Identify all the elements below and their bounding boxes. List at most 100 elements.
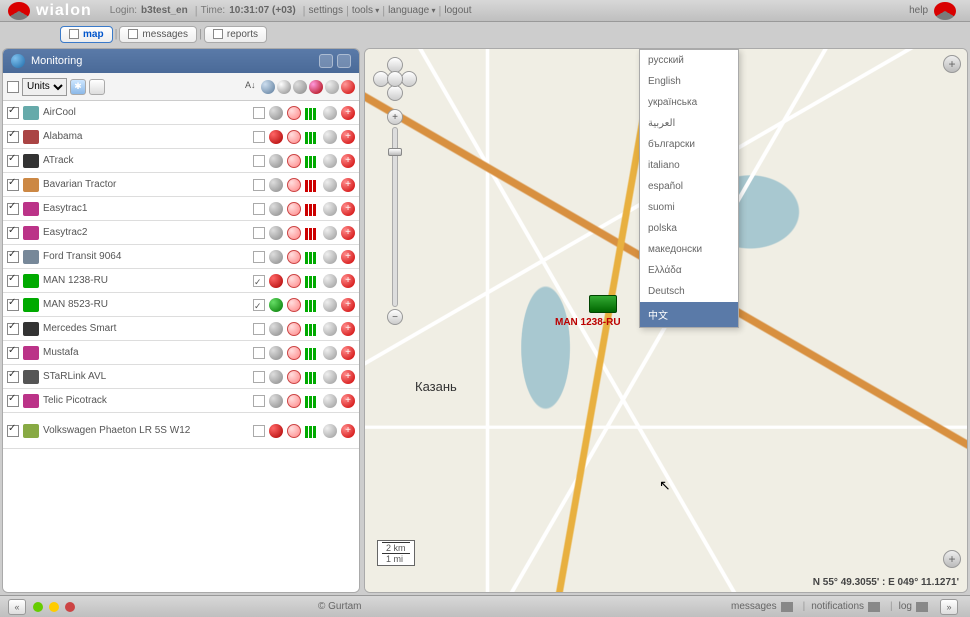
unit-record-icon[interactable] <box>287 424 301 438</box>
unit-add-icon[interactable]: + <box>341 106 355 120</box>
unit-settings-icon[interactable] <box>323 226 337 240</box>
unit-marker[interactable] <box>589 295 617 313</box>
unit-track-checkbox[interactable] <box>253 425 265 437</box>
pan-center-button[interactable] <box>387 71 403 87</box>
sort-icon[interactable]: A↓ <box>245 80 259 94</box>
unit-settings-icon[interactable] <box>323 346 337 360</box>
unit-track-checkbox[interactable] <box>253 203 265 215</box>
unit-add-icon[interactable]: + <box>341 178 355 192</box>
unit-track-checkbox[interactable] <box>253 179 265 191</box>
unit-record-icon[interactable] <box>287 154 301 168</box>
zoom-in-button[interactable]: + <box>387 109 403 125</box>
unit-row[interactable]: Easytrac2+ <box>3 221 359 245</box>
unit-add-icon[interactable]: + <box>341 154 355 168</box>
unit-record-icon[interactable] <box>287 322 301 336</box>
unit-settings-icon[interactable] <box>323 178 337 192</box>
unit-record-icon[interactable] <box>287 226 301 240</box>
expand-top-button[interactable]: + <box>943 55 961 73</box>
unit-settings-icon[interactable] <box>323 370 337 384</box>
language-option[interactable]: български <box>640 134 738 155</box>
unit-record-icon[interactable] <box>287 178 301 192</box>
zoom-handle[interactable] <box>388 148 402 156</box>
bottom-notifications-link[interactable]: notifications <box>811 601 864 612</box>
unit-checkbox[interactable] <box>7 395 19 407</box>
help-link[interactable]: help <box>909 5 928 16</box>
unit-add-icon[interactable]: + <box>341 298 355 312</box>
unit-record-icon[interactable] <box>287 130 301 144</box>
unit-record-icon[interactable] <box>287 370 301 384</box>
filter-btn-blank[interactable] <box>89 79 105 95</box>
unit-add-icon[interactable]: + <box>341 322 355 336</box>
unit-settings-icon[interactable] <box>323 250 337 264</box>
unit-row[interactable]: STaRLink AVL+ <box>3 365 359 389</box>
unit-row[interactable]: Mustafa+ <box>3 341 359 365</box>
language-option[interactable]: suomi <box>640 197 738 218</box>
unit-track-checkbox[interactable] <box>253 155 265 167</box>
unit-row[interactable]: Easytrac1+ <box>3 197 359 221</box>
unit-record-icon[interactable] <box>287 298 301 312</box>
language-option[interactable]: English <box>640 71 738 92</box>
unit-record-icon[interactable] <box>287 250 301 264</box>
col-delete-icon[interactable] <box>341 80 355 94</box>
unit-add-icon[interactable]: + <box>341 394 355 408</box>
col-eye-icon[interactable] <box>277 80 291 94</box>
unit-checkbox[interactable] <box>7 251 19 263</box>
unit-row[interactable]: MAN 8523-RU✓+ <box>3 293 359 317</box>
language-option[interactable]: italiano <box>640 155 738 176</box>
unit-track-checkbox[interactable] <box>253 131 265 143</box>
unit-row[interactable]: Mercedes Smart+ <box>3 317 359 341</box>
unit-checkbox[interactable] <box>7 371 19 383</box>
language-option[interactable]: українська <box>640 92 738 113</box>
unit-add-icon[interactable]: + <box>341 130 355 144</box>
col-status-icon[interactable] <box>261 80 275 94</box>
unit-record-icon[interactable] <box>287 202 301 216</box>
unit-add-icon[interactable]: + <box>341 250 355 264</box>
tab-reports[interactable]: reports <box>204 26 267 43</box>
unit-row[interactable]: Ford Transit 9064+ <box>3 245 359 269</box>
nav-forward-button[interactable]: » <box>940 599 958 615</box>
unit-checkbox[interactable] <box>7 107 19 119</box>
zoom-out-button[interactable]: − <box>387 309 403 325</box>
unit-record-icon[interactable] <box>287 274 301 288</box>
pan-south-button[interactable] <box>387 85 403 101</box>
logout-link[interactable]: logout <box>444 5 471 16</box>
unit-row[interactable]: Bavarian Tractor+ <box>3 173 359 197</box>
unit-checkbox[interactable] <box>7 203 19 215</box>
unit-settings-icon[interactable] <box>323 394 337 408</box>
language-option[interactable]: русский <box>640 50 738 71</box>
language-option[interactable]: Deutsch <box>640 281 738 302</box>
unit-add-icon[interactable]: + <box>341 226 355 240</box>
tools-link[interactable]: tools <box>352 5 379 16</box>
expand-bottom-button[interactable]: + <box>943 550 961 568</box>
settings-link[interactable]: settings <box>309 5 343 16</box>
unit-track-checkbox[interactable] <box>253 107 265 119</box>
zoom-slider[interactable] <box>392 127 398 307</box>
map[interactable]: + − + + Казань MAN 1238-RU русскийEnglis… <box>364 48 968 593</box>
unit-record-icon[interactable] <box>287 106 301 120</box>
unit-checkbox[interactable] <box>7 299 19 311</box>
unit-add-icon[interactable]: + <box>341 346 355 360</box>
unit-record-icon[interactable] <box>287 394 301 408</box>
language-option[interactable]: Ελλάδα <box>640 260 738 281</box>
pan-east-button[interactable] <box>401 71 417 87</box>
unit-settings-icon[interactable] <box>323 322 337 336</box>
unit-checkbox[interactable] <box>7 275 19 287</box>
unit-track-checkbox[interactable] <box>253 323 265 335</box>
unit-settings-icon[interactable] <box>323 274 337 288</box>
bottom-log-link[interactable]: log <box>899 601 912 612</box>
unit-track-checkbox[interactable] <box>253 251 265 263</box>
unit-checkbox[interactable] <box>7 323 19 335</box>
unit-settings-icon[interactable] <box>323 424 337 438</box>
unit-row[interactable]: Alabama+ <box>3 125 359 149</box>
unit-checkbox[interactable] <box>7 155 19 167</box>
unit-row[interactable]: AirCool+ <box>3 101 359 125</box>
col-antenna-icon[interactable] <box>293 80 307 94</box>
unit-row[interactable]: Telic Picotrack+ <box>3 389 359 413</box>
filter-btn-snow[interactable]: ✱ <box>70 79 86 95</box>
unit-settings-icon[interactable] <box>323 202 337 216</box>
language-option[interactable]: polska <box>640 218 738 239</box>
unit-row[interactable]: Volkswagen Phaeton LR 5S W12+ <box>3 413 359 449</box>
unit-settings-icon[interactable] <box>323 106 337 120</box>
unit-record-icon[interactable] <box>287 346 301 360</box>
col-gear-icon[interactable] <box>325 80 339 94</box>
